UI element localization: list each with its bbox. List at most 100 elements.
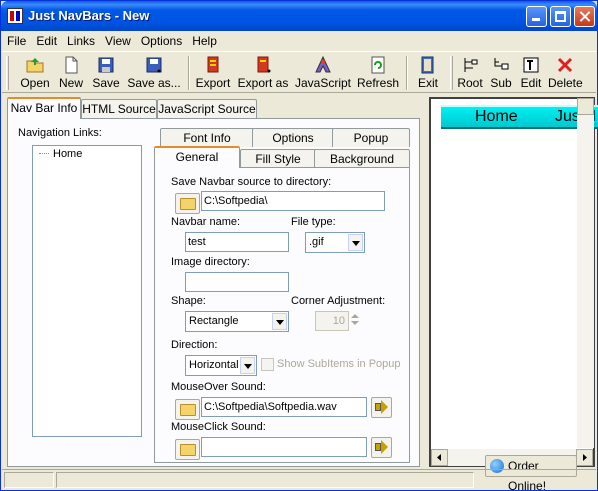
title-bar[interactable]: Just NavBars - New (1, 1, 597, 31)
save-as-disk-icon (146, 57, 162, 73)
navbar-name-input[interactable]: test (185, 232, 289, 252)
menu-options[interactable]: Options (136, 34, 187, 48)
file-type-value: .gif (309, 236, 324, 248)
shape-label: Shape: (171, 295, 206, 307)
tab-javascript-source-label: JavaScript Source (158, 102, 256, 116)
corner-adjustment-label: Corner Adjustment: (291, 295, 386, 307)
status-cell (4, 472, 54, 488)
play-mouseover-button[interactable] (371, 397, 392, 418)
toolbar-grip[interactable] (450, 56, 453, 90)
toolbar-separator (188, 56, 190, 90)
save-dir-input[interactable]: C:\Softpedia\ (201, 191, 385, 211)
export-icon (207, 56, 219, 73)
spin-up-icon (350, 314, 359, 318)
tab-nav-bar-info[interactable]: Nav Bar Info (7, 97, 81, 119)
navbar-name-label: Navbar name: (171, 216, 241, 228)
browse-mouseover-button[interactable] (175, 399, 200, 420)
speaker-icon (375, 400, 388, 414)
save-as-button[interactable]: Save as... (126, 54, 182, 92)
show-subitems-label: Show SubItems in Popup (277, 358, 401, 370)
open-label: Open (20, 76, 50, 90)
status-cell (56, 472, 474, 488)
tab-html-source-label: HTML Source (82, 102, 156, 116)
delete-button[interactable]: Delete (548, 54, 583, 92)
export-label: Export (195, 76, 231, 90)
tab-popup[interactable]: Popup (332, 128, 410, 147)
browse-mouseclick-button[interactable] (175, 439, 200, 460)
chevron-down-icon[interactable] (272, 313, 287, 330)
direction-select[interactable]: Horizontal (185, 355, 257, 376)
save-button[interactable]: Save (90, 54, 122, 92)
navbar-preview[interactable]: Home JustN (441, 105, 598, 129)
scroll-right-button[interactable] (576, 449, 593, 466)
scroll-left-button[interactable] (431, 449, 448, 466)
menu-file[interactable]: File (2, 34, 31, 48)
sub-node-icon (494, 58, 509, 70)
play-mouseclick-button[interactable] (371, 437, 392, 458)
save-disk-icon (98, 57, 114, 73)
javascript-label: JavaScript (294, 76, 352, 90)
maximize-button[interactable] (550, 6, 571, 27)
image-dir-label: Image directory: (171, 256, 250, 268)
root-button[interactable]: Root (456, 54, 484, 92)
left-panel: Nav Bar Info HTML Source JavaScript Sour… (5, 97, 422, 469)
vertical-scrollbar[interactable] (577, 98, 594, 448)
spin-down-icon (350, 321, 359, 325)
panel-splitter[interactable] (424, 97, 428, 469)
menu-help[interactable]: Help (187, 34, 222, 48)
chevron-down-icon[interactable] (240, 357, 255, 374)
menu-links[interactable]: Links (62, 34, 100, 48)
toolbar-grip[interactable] (6, 56, 9, 90)
tab-fill-style[interactable]: Fill Style (240, 149, 316, 168)
chevron-down-icon[interactable] (348, 234, 363, 251)
file-type-label: File type: (291, 216, 336, 228)
refresh-icon (371, 56, 385, 74)
new-button[interactable]: New (56, 54, 86, 92)
tab-options-label: Options (272, 131, 314, 145)
edit-button[interactable]: Edit (518, 54, 544, 92)
folder-icon (180, 198, 196, 210)
navigation-links-tree[interactable]: Home (32, 145, 142, 437)
close-button[interactable] (574, 6, 595, 27)
app-window: Just NavBars - New File Edit Links View … (0, 0, 598, 491)
open-folder-icon (26, 58, 44, 73)
image-dir-input[interactable] (185, 272, 289, 292)
file-type-select[interactable]: .gif (305, 232, 365, 253)
window-title: Just NavBars - New (28, 8, 150, 23)
tree-item-home[interactable]: Home (53, 148, 82, 160)
tab-fill-style-label: Fill Style (255, 152, 301, 166)
root-label: Root (457, 76, 483, 90)
menu-view[interactable]: View (100, 34, 136, 48)
save-label: Save (92, 76, 120, 90)
open-button[interactable]: Open (18, 54, 52, 92)
mouseover-sound-input[interactable]: C:\Softpedia\Softpedia.wav (201, 397, 367, 417)
shape-select[interactable]: Rectangle (185, 311, 289, 332)
tab-html-source[interactable]: HTML Source (81, 99, 157, 119)
tab-background[interactable]: Background (314, 149, 410, 168)
sub-button[interactable]: Sub (488, 54, 514, 92)
tab-general[interactable]: General (154, 146, 240, 168)
exit-door-icon (421, 56, 434, 74)
refresh-button[interactable]: Refresh (356, 54, 400, 92)
mouseclick-sound-input[interactable] (201, 437, 367, 457)
status-bar (2, 469, 596, 490)
preview-item-home[interactable]: Home (475, 107, 518, 127)
scroll-up-button[interactable] (577, 98, 594, 115)
mouseclick-sound-label: MouseClick Sound: (171, 421, 266, 433)
exit-label: Exit (417, 76, 438, 90)
new-label: New (58, 76, 83, 90)
tab-font-info[interactable]: Font Info (160, 128, 254, 147)
export-as-button[interactable]: Export as (236, 54, 290, 92)
export-button[interactable]: Export (194, 54, 232, 92)
javascript-button[interactable]: JavaScript (294, 54, 352, 92)
folder-icon (180, 444, 196, 456)
toolbar-separator (406, 56, 408, 90)
tab-javascript-source[interactable]: JavaScript Source (157, 99, 257, 119)
minimize-button[interactable] (526, 6, 547, 27)
browse-save-dir-button[interactable] (175, 193, 200, 214)
delete-x-icon (557, 57, 573, 73)
exit-button[interactable]: Exit (414, 54, 442, 92)
menu-edit[interactable]: Edit (31, 34, 62, 48)
tab-options[interactable]: Options (252, 128, 334, 147)
tab-popup-label: Popup (353, 131, 389, 145)
